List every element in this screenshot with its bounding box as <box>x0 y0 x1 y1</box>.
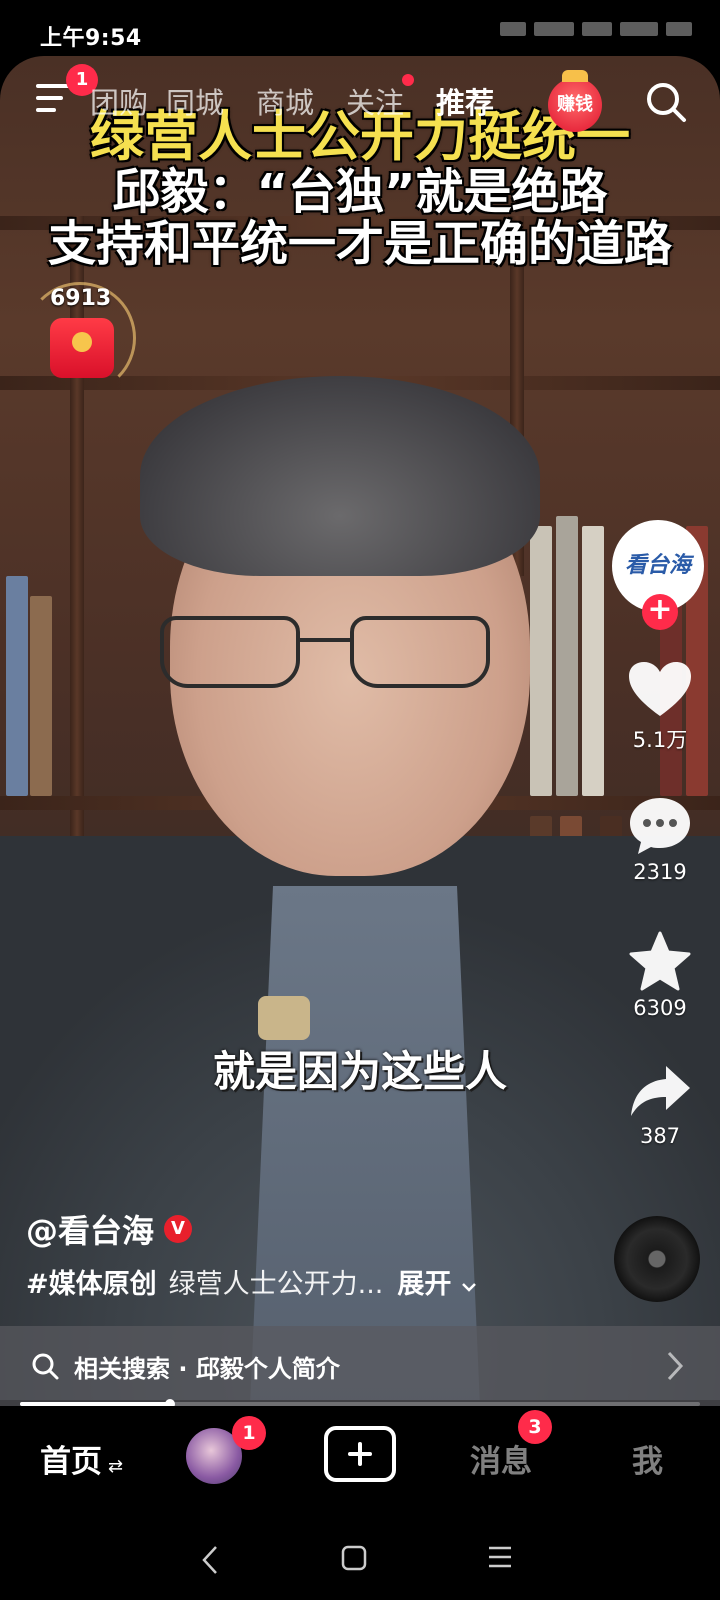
related-search-bar[interactable]: 相关搜索 · 邱毅个人简介 <box>0 1326 720 1406</box>
tab-messages[interactable]: 消息 <box>470 1436 532 1481</box>
favorite-button[interactable]: 6309 <box>610 930 710 1020</box>
comment-count: 2319 <box>633 860 687 884</box>
recents-menu-icon[interactable] <box>486 1544 514 1570</box>
share-count: 387 <box>639 1124 681 1148</box>
tab-recommend[interactable]: 推荐 <box>420 80 510 122</box>
hashtag[interactable]: #媒体原创 <box>26 1262 157 1301</box>
top-nav: 1 团购 同城 商城 关注 推荐 赚钱 <box>0 64 720 136</box>
author-name-row[interactable]: @看台海 V <box>26 1206 193 1252</box>
glasses <box>160 616 500 696</box>
status-bar: 上午9:54 <box>0 0 720 58</box>
home-square-icon[interactable] <box>340 1544 368 1572</box>
tab-me[interactable]: 我 <box>632 1436 663 1481</box>
video-caption[interactable]: #媒体原创 绿营人士公开力... 展开 <box>26 1262 477 1301</box>
comment-icon <box>630 798 690 854</box>
heart-icon <box>629 662 691 716</box>
tab-mall[interactable]: 商城 <box>240 80 330 122</box>
tab-following: 关注 <box>345 86 404 120</box>
bottom-tab-bar: 首页 ⇄ 1 消息 3 我 <box>0 1406 720 1514</box>
headline-line-2: 邱毅：“台独”就是绝路 <box>112 164 608 220</box>
music-disc-icon[interactable] <box>614 1216 700 1302</box>
like-button[interactable]: 5.1万 <box>610 660 710 754</box>
red-packet-icon <box>50 318 114 378</box>
share-button[interactable]: 387 <box>610 1062 710 1148</box>
swap-icon: ⇄ <box>108 1456 124 1477</box>
menu-icon[interactable] <box>36 84 70 112</box>
friends-badge: 1 <box>232 1416 266 1450</box>
tab-home[interactable]: 首页 ⇄ <box>40 1436 123 1481</box>
messages-badge: 3 <box>518 1410 552 1444</box>
search-icon <box>32 1353 59 1380</box>
red-packet-widget[interactable]: 6913 <box>24 282 136 394</box>
nav-tabs: 团购 同城 商城 关注 推荐 <box>90 74 510 122</box>
status-time: 上午9:54 <box>40 26 142 51</box>
headline-line-3: 支持和平统一才是正确的道路 <box>47 216 672 272</box>
new-content-dot <box>402 74 414 86</box>
like-count: 5.1万 <box>632 728 688 752</box>
tab-local[interactable]: 同城 <box>150 80 240 122</box>
star-icon <box>629 931 691 991</box>
lapel-microphone <box>258 996 310 1040</box>
caption-text: 绿营人士公开力... <box>168 1269 384 1300</box>
tab-following-wrap[interactable]: 关注 <box>330 74 420 122</box>
red-packet-count: 6913 <box>50 286 112 311</box>
chevron-down-icon <box>461 1283 476 1292</box>
person-hair <box>140 376 540 576</box>
related-search-label: 相关搜索 · 邱毅个人简介 <box>74 1354 340 1383</box>
earn-money-button[interactable]: 赚钱 <box>548 70 602 132</box>
chevron-right-icon <box>667 1351 684 1381</box>
expand-label: 展开 <box>397 1269 452 1300</box>
tab-home-label: 首页 <box>40 1444 102 1480</box>
author-name: @看台海 <box>26 1212 155 1250</box>
comment-button[interactable]: 2319 <box>610 794 710 884</box>
person-shirt <box>250 886 480 1400</box>
back-icon[interactable] <box>200 1544 220 1576</box>
create-button[interactable] <box>324 1426 396 1482</box>
status-icons <box>500 22 692 36</box>
expand-button[interactable]: 展开 <box>397 1262 476 1301</box>
verified-badge: V <box>164 1215 193 1243</box>
system-nav-bar <box>0 1514 720 1600</box>
tab-group-buy[interactable]: 团购 <box>90 80 150 122</box>
share-arrow-icon <box>631 1066 690 1116</box>
search-icon[interactable] <box>644 80 688 124</box>
favorite-count: 6309 <box>633 996 687 1020</box>
follow-plus-button[interactable]: + <box>642 594 678 630</box>
